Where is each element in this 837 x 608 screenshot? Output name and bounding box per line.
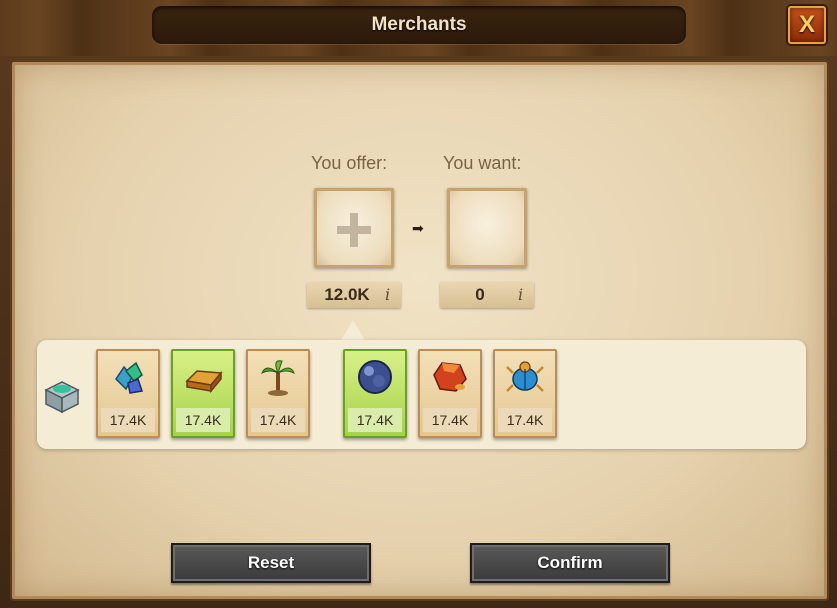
good-card-scarab[interactable]: 17.4K <box>493 349 557 438</box>
close-button[interactable]: X <box>788 6 826 44</box>
tray-pointer <box>341 320 365 340</box>
merchants-window: Merchants X You offer: You want: ➡ 12.0K… <box>0 0 837 608</box>
red-crystal-icon <box>433 362 467 392</box>
want-slot[interactable] <box>447 188 527 268</box>
palm-plant-icon <box>261 360 295 396</box>
scarab-icon <box>506 361 544 392</box>
good-amount: 17.4K <box>176 408 230 432</box>
gold-bar-icon <box>185 370 223 394</box>
gem-cluster-icon <box>115 361 143 394</box>
magic-orb-icon <box>358 360 392 394</box>
good-card-orb[interactable]: 17.4K <box>343 349 407 438</box>
offer-amount-box: 12.0K i <box>307 282 401 308</box>
title-plate: Merchants <box>152 6 686 44</box>
good-amount: 17.4K <box>423 408 477 432</box>
info-icon[interactable]: i <box>385 286 397 304</box>
good-card-plant[interactable]: 17.4K <box>246 349 310 438</box>
good-amount: 17.4K <box>498 408 552 432</box>
title-bar: Merchants X <box>0 0 837 56</box>
good-card-crystal[interactable]: 17.4K <box>418 349 482 438</box>
silver-chest-icon[interactable] <box>42 376 82 416</box>
offer-amount: 12.0K <box>324 285 370 304</box>
confirm-button[interactable]: Confirm <box>470 543 670 583</box>
good-card-gold[interactable]: 17.4K <box>171 349 235 438</box>
offer-caption: You offer: <box>311 153 388 173</box>
want-caption: You want: <box>443 153 522 173</box>
window-title: Merchants <box>371 14 467 35</box>
good-amount: 17.4K <box>348 408 402 432</box>
good-amount: 17.4K <box>101 408 155 432</box>
info-icon[interactable]: i <box>518 286 530 304</box>
good-card-gems[interactable]: 17.4K <box>96 349 160 438</box>
reset-button[interactable]: Reset <box>171 543 371 583</box>
want-amount: 0 <box>475 285 485 304</box>
want-amount-box: 0 i <box>440 282 534 308</box>
offer-slot[interactable] <box>314 188 394 268</box>
good-amount: 17.4K <box>251 408 305 432</box>
parchment-panel <box>12 62 827 599</box>
arrow-right-icon: ➡ <box>412 220 424 236</box>
